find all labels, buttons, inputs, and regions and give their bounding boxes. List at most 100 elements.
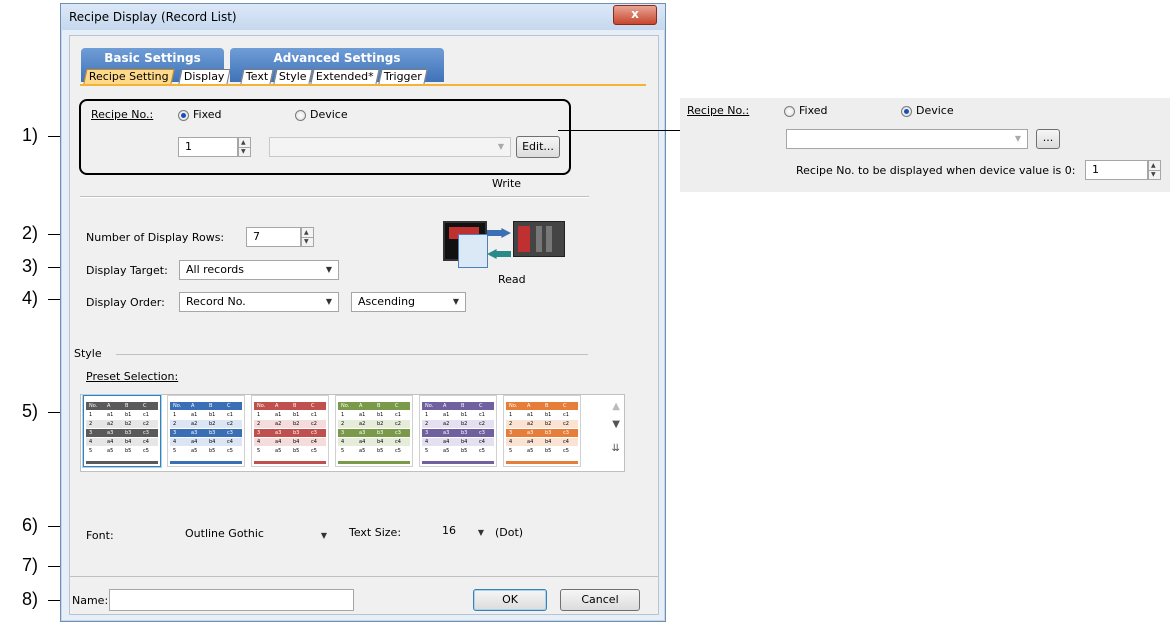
- tab-text[interactable]: Text: [240, 69, 274, 84]
- preset-swatch[interactable]: No. A B C 1 a1 b1 c1 2 a2 b2 c2 3 a3 b3 c3 4 a4 b4 c4 5 a5 b5 c…: [335, 395, 413, 467]
- chevron-down-icon: ▼: [497, 142, 504, 151]
- write-arrow-icon: [487, 228, 511, 238]
- preset-swatch[interactable]: No. A B C 1 a1 b1 c1 2 a2 b2 c2 3 a3 b3 c3 4 a4 b4 c4 5 a5 b5 c…: [251, 395, 329, 467]
- preset-cell: c3: [563, 430, 569, 436]
- chevron-down-icon: ▼: [1014, 134, 1021, 143]
- tab-trigger-label: Trigger: [383, 70, 422, 83]
- preset-cell: 3: [257, 430, 261, 436]
- panel-fixed-radio[interactable]: [784, 106, 795, 117]
- recipe-device-combo[interactable]: ▼: [269, 137, 511, 157]
- tab-group-advanced-settings[interactable]: Advanced Settings Text Style Extended* T…: [230, 48, 444, 84]
- tab-text-label: Text: [245, 70, 269, 83]
- close-button[interactable]: x: [613, 5, 657, 25]
- preset-cell: No.: [257, 403, 266, 409]
- display-rows-input[interactable]: 7: [246, 227, 301, 247]
- recipe-fixed-radio[interactable]: [178, 110, 189, 121]
- tab-style[interactable]: Style: [273, 69, 313, 84]
- preset-cell: c5: [563, 448, 569, 454]
- preset-cell: A: [359, 403, 363, 409]
- preset-cell: 5: [89, 448, 93, 454]
- preset-cell: 2: [257, 421, 261, 427]
- preset-row: 5 a5 b5 c5: [254, 447, 326, 455]
- ok-button[interactable]: OK: [473, 589, 547, 611]
- preset-cell: b1: [293, 412, 300, 418]
- preset-swatch[interactable]: No. A B C 1 a1 b1 c1 2 a2 b2 c2 3 a3 b3 c3 4 a4 b4 c4 5 a5 b5 c…: [419, 395, 497, 467]
- preset-bar: [254, 461, 326, 464]
- tab-trigger[interactable]: Trigger: [378, 69, 428, 84]
- preset-cell: b1: [377, 412, 384, 418]
- panel-device-combo[interactable]: ▼: [786, 129, 1028, 149]
- preset-cell: b2: [545, 421, 552, 427]
- preset-row: 1 a1 b1 c1: [506, 411, 578, 419]
- preset-row: 1 a1 b1 c1: [170, 411, 242, 419]
- preset-cell: a5: [191, 448, 198, 454]
- preset-cell: c3: [311, 430, 317, 436]
- preset-cell: A: [191, 403, 195, 409]
- preset-cell: a2: [443, 421, 450, 427]
- chevron-down-icon: ▼: [477, 528, 484, 537]
- text-size-select[interactable]: 16 ▼: [436, 522, 490, 542]
- preset-cell: 3: [341, 430, 345, 436]
- preset-row: 4 a4 b4 c4: [422, 438, 494, 446]
- preset-swatch[interactable]: No. A B C 1 a1 b1 c1 2 a2 b2 c2 3 a3 b3 c3 4 a4 b4 c4 5 a5 b5 c…: [167, 395, 245, 467]
- preset-row: 4 a4 b4 c4: [170, 438, 242, 446]
- preset-cell: a5: [275, 448, 282, 454]
- preset-cell: a3: [527, 430, 534, 436]
- name-input[interactable]: [109, 589, 354, 611]
- title-bar[interactable]: Recipe Display (Record List) x: [61, 4, 665, 30]
- style-separator: [116, 354, 588, 355]
- zero-value-label: Recipe No. to be displayed when device v…: [796, 164, 1076, 177]
- window-title: Recipe Display (Record List): [69, 10, 237, 24]
- device-browse-button[interactable]: ...: [1036, 129, 1060, 149]
- preset-cell: a3: [107, 430, 114, 436]
- preset-cell: b5: [125, 448, 132, 454]
- preset-cell: a1: [107, 412, 114, 418]
- preset-row: 3 a3 b3 c3: [170, 429, 242, 437]
- display-order-direction-select[interactable]: Ascending ▼: [351, 292, 466, 312]
- preset-cell: 2: [509, 421, 513, 427]
- zero-value-input[interactable]: 1: [1085, 160, 1148, 180]
- chevron-down-icon: ▼: [320, 531, 327, 540]
- tab-underline: [80, 84, 646, 86]
- font-select[interactable]: Outline Gothic ▼: [179, 525, 333, 545]
- preset-cell: b2: [209, 421, 216, 427]
- tab-extended[interactable]: Extended*: [310, 69, 380, 84]
- scroll-down-icon[interactable]: ▼: [612, 419, 620, 430]
- cancel-button[interactable]: Cancel: [560, 589, 640, 611]
- preset-cell: B: [209, 403, 213, 409]
- preset-selection-list[interactable]: No. A B C 1 a1 b1 c1 2 a2 b2 c2 3 a3 b3 c3 4 a4 b4 c4 5 a5 b5 c…: [80, 394, 625, 472]
- preset-cell: 4: [173, 439, 177, 445]
- tab-display[interactable]: Display: [178, 69, 231, 84]
- edit-button[interactable]: Edit...: [516, 136, 560, 158]
- preset-swatch[interactable]: No. A B C 1 a1 b1 c1 2 a2 b2 c2 3 a3 b3 c3 4 a4 b4 c4 5 a5 b5 c…: [503, 395, 581, 467]
- display-target-select[interactable]: All records ▼: [179, 260, 339, 280]
- scroll-up-icon[interactable]: ▲: [612, 401, 620, 412]
- preset-row: 5 a5 b5 c5: [338, 447, 410, 455]
- preset-cell: b2: [125, 421, 132, 427]
- preset-bar: [338, 461, 410, 464]
- preset-cell: b3: [125, 430, 132, 436]
- preset-cell: a5: [527, 448, 534, 454]
- preset-cell: c3: [143, 430, 149, 436]
- recipe-display-dialog: Recipe Display (Record List) x Basic Set…: [60, 3, 666, 622]
- recipe-device-radio[interactable]: [295, 110, 306, 121]
- preset-selection-label: Preset Selection:: [86, 370, 179, 383]
- text-size-label: Text Size:: [349, 526, 402, 539]
- preset-cell: c1: [563, 412, 569, 418]
- tab-group-basic-settings[interactable]: Basic Settings Recipe Setting Display: [81, 48, 231, 84]
- display-order-select[interactable]: Record No. ▼: [179, 292, 339, 312]
- scroll-page-down-icon[interactable]: ⇊: [612, 443, 620, 454]
- preset-swatch[interactable]: No. A B C 1 a1 b1 c1 2 a2 b2 c2 3 a3 b3 c3 4 a4 b4 c4 5 a5 b5 c…: [83, 395, 161, 467]
- preset-cell: 1: [341, 412, 345, 418]
- display-rows-spinner[interactable]: [301, 227, 314, 247]
- callout-4: 4): [22, 288, 39, 308]
- preset-cell: b5: [293, 448, 300, 454]
- preset-cell: c4: [311, 439, 317, 445]
- recipe-no-input[interactable]: 1: [178, 137, 238, 157]
- tab-recipe-setting[interactable]: Recipe Setting: [83, 69, 175, 84]
- preset-cell: c1: [143, 412, 149, 418]
- font-value: Outline Gothic: [185, 527, 264, 540]
- zero-value-spinner[interactable]: [1148, 160, 1161, 180]
- panel-device-radio[interactable]: [901, 106, 912, 117]
- recipe-no-spinner[interactable]: [238, 137, 251, 157]
